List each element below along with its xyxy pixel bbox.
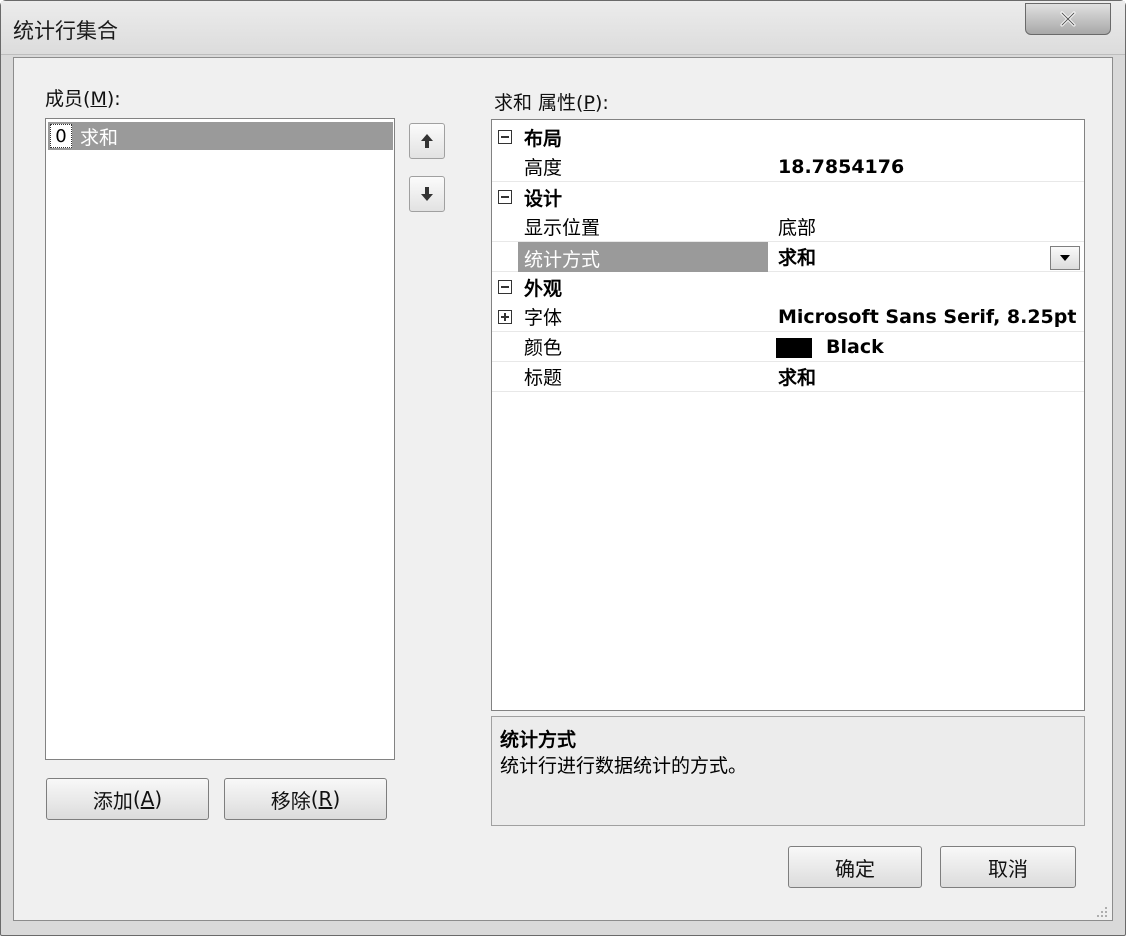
property-name: 颜色 — [524, 337, 563, 359]
cancel-button[interactable]: 取消 — [940, 846, 1076, 888]
dialog-title: 统计行集合 — [13, 19, 118, 43]
stat-method-dropdown-button[interactable] — [1050, 246, 1080, 270]
property-value[interactable]: 求和 — [778, 363, 816, 390]
property-value[interactable]: 18.7854176 — [778, 156, 904, 178]
selected-property-name: 统计方式 — [518, 242, 768, 272]
property-description-pane: 统计方式 统计行进行数据统计的方式。 — [491, 716, 1085, 826]
property-row-stat-method[interactable]: 统计方式 求和 — [492, 242, 1084, 272]
color-swatch — [776, 338, 812, 358]
property-value[interactable]: Black — [826, 336, 884, 358]
members-list[interactable]: 0 求和 — [45, 118, 395, 760]
dialog-window: 统计行集合 成员(M): 0 求和 添加 (A) 移除 (R) 求和 属… — [0, 0, 1126, 936]
arrow-up-icon — [421, 134, 433, 148]
remove-accesskey: R — [318, 787, 333, 811]
list-item[interactable]: 0 求和 — [48, 122, 393, 150]
remove-button[interactable]: 移除(R) — [224, 778, 387, 820]
members-label-text: 成员 — [45, 88, 84, 110]
list-item-label: 求和 — [80, 126, 119, 149]
property-value[interactable]: 底部 — [778, 213, 816, 240]
category-label: 设计 — [524, 187, 563, 210]
cancel-button-label: 取消 — [988, 856, 1028, 881]
add-accesskey: A — [140, 787, 155, 811]
category-design[interactable]: 设计 — [492, 182, 1084, 212]
description-title: 统计方式 — [500, 729, 577, 751]
move-up-button[interactable] — [409, 123, 445, 159]
property-name: 高度 — [524, 157, 563, 179]
title-bar[interactable]: 统计行集合 — [1, 1, 1125, 55]
property-value[interactable]: Microsoft Sans Serif, 8.25pt — [778, 306, 1076, 328]
expand-icon[interactable] — [498, 309, 512, 324]
property-name: 标题 — [524, 367, 563, 389]
properties-label: 求和 属性(P): — [494, 92, 609, 114]
category-label: 外观 — [524, 277, 563, 300]
arrow-down-icon — [421, 187, 433, 201]
property-row-color[interactable]: 颜色 Black — [492, 332, 1084, 362]
collapse-icon[interactable] — [498, 130, 512, 144]
property-value[interactable]: 求和 — [778, 243, 816, 270]
dialog-client-area: 成员(M): 0 求和 添加(A) 移除(R) 求和 属性(P): 布局 高度 … — [13, 57, 1113, 921]
category-appearance[interactable]: 外观 — [492, 272, 1084, 302]
remove-button-label: 移除 — [270, 788, 311, 813]
add-button-label: 添加 — [92, 788, 133, 813]
property-row-height[interactable]: 高度 18.7854176 — [492, 152, 1084, 182]
resize-grip-icon[interactable] — [1094, 904, 1108, 918]
properties-label-text: 求和 属性 — [494, 92, 577, 114]
add-button[interactable]: 添加(A) — [46, 778, 209, 820]
property-row-font[interactable]: 字体 Microsoft Sans Serif, 8.25pt — [492, 302, 1084, 332]
close-icon — [1060, 11, 1076, 27]
ok-button[interactable]: 确定 — [788, 846, 922, 888]
close-button[interactable] — [1025, 3, 1111, 35]
members-label: 成员(M): — [45, 88, 121, 110]
property-row-display-position[interactable]: 显示位置 底部 — [492, 212, 1084, 242]
collapse-icon[interactable] — [498, 280, 512, 294]
category-label: 布局 — [524, 127, 563, 150]
move-down-button[interactable] — [409, 176, 445, 212]
properties-accesskey: P — [583, 92, 595, 114]
property-name: 显示位置 — [524, 217, 601, 239]
property-row-caption[interactable]: 标题 求和 — [492, 362, 1084, 392]
list-item-index: 0 — [50, 124, 72, 148]
collapse-icon[interactable] — [498, 190, 512, 204]
description-text: 统计行进行数据统计的方式。 — [500, 755, 748, 777]
category-layout[interactable]: 布局 — [492, 122, 1084, 152]
members-accesskey: M — [90, 88, 107, 110]
property-grid[interactable]: 布局 高度 18.7854176 设计 显示位置 底部 统计方式 求和 外观 字… — [491, 119, 1085, 711]
property-name: 字体 — [524, 307, 563, 329]
property-name: 统计方式 — [524, 249, 601, 271]
chevron-down-icon — [1060, 255, 1070, 261]
ok-button-label: 确定 — [835, 856, 875, 881]
